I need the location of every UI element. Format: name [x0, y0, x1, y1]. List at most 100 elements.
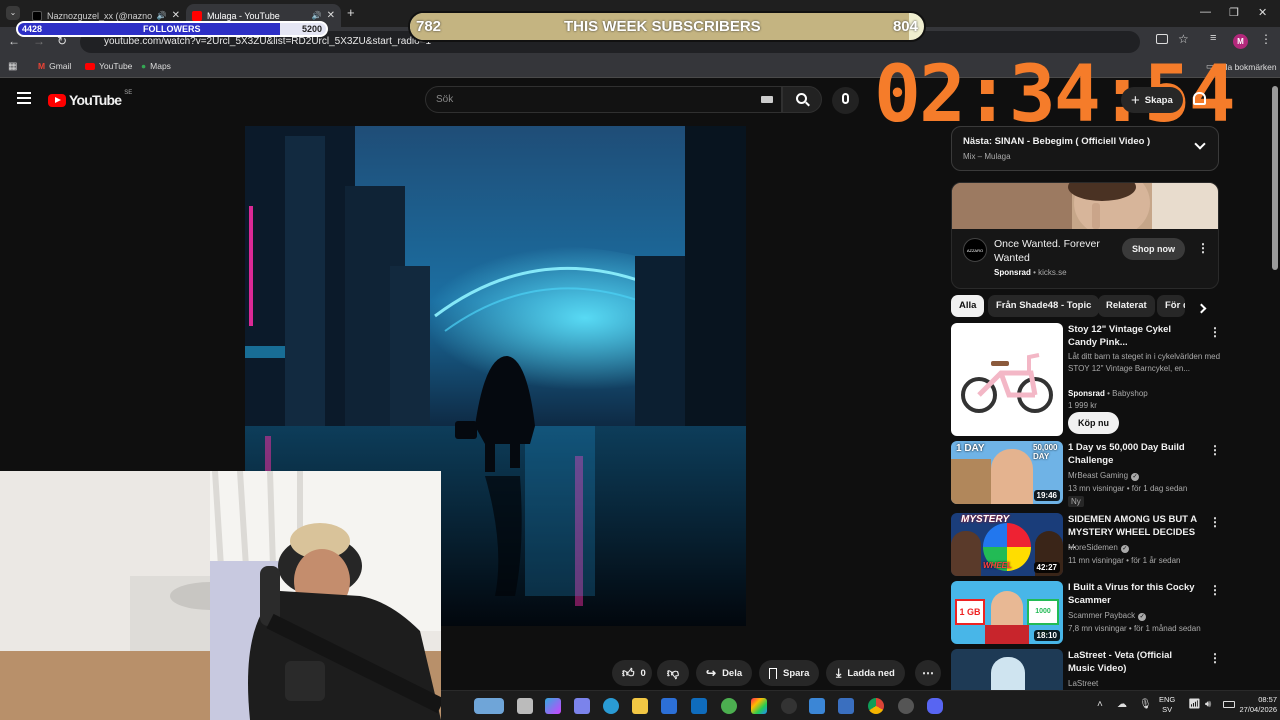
search-input[interactable]: Sök: [425, 86, 782, 113]
store-icon[interactable]: [661, 698, 677, 714]
windows-taskbar: ˄ ☁ 🎙︎ ENG SV 📶︎ 🔊︎ 08:57 27/04/2026: [441, 690, 1280, 720]
shop-now-button[interactable]: Shop now: [1122, 238, 1185, 260]
verified-icon: ✓: [1120, 545, 1129, 553]
mic-tray-icon[interactable]: 🎙︎: [1139, 699, 1152, 710]
close-window-button[interactable]: ✕: [1258, 6, 1267, 19]
obs-icon[interactable]: [781, 698, 797, 714]
advertiser-logo: AZZARO: [963, 238, 987, 262]
rec-title: LaStreet - Veta (Official Music Video): [1068, 650, 1173, 674]
list-item[interactable]: LaStreet - Veta (Official Music Video) L…: [951, 649, 1226, 690]
rec-sponsor: Sponsrad: [1068, 389, 1105, 398]
rec-channel: Babyshop: [1112, 389, 1148, 398]
clock[interactable]: 08:57 27/04/2026: [1237, 695, 1277, 715]
video-duration: 19:46: [1033, 490, 1060, 501]
keyboard-icon[interactable]: [761, 96, 773, 103]
gmail-icon: M: [38, 61, 46, 71]
chip-related[interactable]: Relaterat: [1098, 295, 1155, 317]
edge-icon[interactable]: [603, 698, 619, 714]
rec-channel: MoreSidemen: [1068, 543, 1118, 552]
photos-icon[interactable]: [809, 698, 825, 714]
bookmark-gmail[interactable]: M Gmail: [38, 61, 71, 71]
chip-for-you[interactable]: För dig: [1157, 295, 1185, 317]
rec-more-icon[interactable]: ⋮: [1209, 325, 1221, 339]
list-item[interactable]: MYSTERY WHEEL 42:27 SIDEMEN AMONG US BUT…: [951, 513, 1226, 576]
thumb-text-top: MYSTERY: [961, 514, 1010, 525]
discord-icon[interactable]: [927, 698, 943, 714]
more-actions-button[interactable]: ⋯: [915, 660, 941, 686]
followers-label: FOLLOWERS: [143, 24, 201, 34]
dislike-button[interactable]: 👎︎: [657, 660, 689, 686]
rec-more-icon[interactable]: ⋮: [1209, 583, 1221, 597]
region-code: SE: [124, 90, 133, 96]
share-button[interactable]: ↪ Dela: [696, 660, 753, 686]
chevron-down-icon[interactable]: [1194, 138, 1206, 150]
buy-now-label: Köp nu: [1078, 418, 1109, 428]
bookmark-maps[interactable]: ● Maps: [141, 61, 171, 71]
chrome-icon[interactable]: [868, 698, 884, 714]
terminal-icon[interactable]: [838, 698, 854, 714]
up-next-card[interactable]: Nästa: SINAN - Bebegim ( Officiell Video…: [951, 126, 1219, 171]
vpn-icon[interactable]: [721, 698, 737, 714]
notifications-bell-icon[interactable]: [1193, 92, 1206, 105]
widgets-icon[interactable]: [474, 698, 504, 714]
list-item[interactable]: 1 GB 1000 GB 18:10 I Built a Virus for t…: [951, 581, 1226, 644]
tab-close-button[interactable]: ✕: [327, 10, 335, 21]
followers-goal-bar: 4428 FOLLOWERS 5200: [16, 21, 328, 37]
teams-icon[interactable]: [574, 698, 590, 714]
like-button[interactable]: 👍︎ 0: [612, 660, 652, 686]
cast-icon[interactable]: [1156, 34, 1168, 44]
create-button[interactable]: + Skapa: [1121, 87, 1183, 113]
outlook-icon[interactable]: [691, 698, 707, 714]
buy-now-button[interactable]: Köp nu: [1068, 412, 1119, 434]
cloud-icon[interactable]: ☁: [1117, 699, 1127, 710]
page-scrollbar[interactable]: [1272, 86, 1278, 270]
menu-icon[interactable]: ⋮: [1260, 32, 1272, 46]
task-view-icon[interactable]: [517, 698, 533, 714]
bookmark-youtube[interactable]: YouTube: [85, 61, 132, 71]
file-explorer-icon[interactable]: [632, 698, 648, 714]
sponsored-ad-card[interactable]: AZZARO Once Wanted. Forever Wanted Spons…: [951, 182, 1219, 289]
thumb-badge-right: 1000 GB: [1027, 599, 1059, 637]
thumb-face: [991, 449, 1033, 504]
new-tab-button[interactable]: +: [347, 5, 355, 20]
ad-more-icon[interactable]: ⋮: [1197, 241, 1209, 255]
volume-icon[interactable]: 🔊︎: [1205, 699, 1211, 710]
like-count: 0: [640, 667, 646, 679]
back-icon[interactable]: ←: [8, 34, 20, 48]
wifi-icon[interactable]: 📶︎: [1188, 699, 1201, 710]
apps-grid-icon[interactable]: ▦: [8, 61, 17, 72]
language-indicator[interactable]: ENG SV: [1159, 695, 1175, 715]
save-button[interactable]: Spara: [759, 660, 820, 686]
profile-avatar[interactable]: M: [1233, 34, 1248, 49]
thumb-left-panel: [951, 459, 991, 504]
copilot-icon[interactable]: [545, 698, 561, 714]
m365-icon[interactable]: [751, 698, 767, 714]
thumb-text-bottom: WHEEL: [983, 561, 1012, 570]
clock-time: 08:57: [1258, 695, 1277, 704]
chip-all[interactable]: Alla: [951, 295, 985, 317]
thumb-person-left: [951, 531, 981, 576]
chip-from-shade48[interactable]: Från Shade48 - Topic: [988, 295, 1100, 317]
list-item[interactable]: Stoy 12" Vintage Cykel Candy Pink... Låt…: [951, 323, 1226, 436]
media-icon[interactable]: ≡: [1210, 32, 1216, 44]
chips-next-chevron-icon[interactable]: [1196, 303, 1207, 314]
new-badge: Ny: [1068, 496, 1084, 507]
battery-icon[interactable]: [1223, 701, 1235, 708]
hamburger-menu-icon[interactable]: [17, 92, 31, 104]
voice-search-button[interactable]: [832, 87, 859, 114]
tray-chevron-icon[interactable]: ˄: [1097, 699, 1103, 710]
rec-more-icon[interactable]: ⋮: [1209, 443, 1221, 457]
tab-search-button[interactable]: ⌄: [6, 6, 20, 20]
youtube-logo[interactable]: YouTube SE: [48, 90, 133, 108]
download-button[interactable]: ⤓ Ladda ned: [826, 660, 905, 686]
maximize-button[interactable]: ❐: [1229, 6, 1239, 19]
subscribers-goal-bar: 782 THIS WEEK SUBSCRIBERS 804: [408, 11, 926, 42]
davinci-icon[interactable]: [898, 698, 914, 714]
rec-more-icon[interactable]: ⋮: [1209, 651, 1221, 665]
rec-more-icon[interactable]: ⋮: [1209, 515, 1221, 529]
tab-close-button[interactable]: ✕: [172, 10, 180, 21]
search-button[interactable]: [782, 86, 822, 113]
minimize-button[interactable]: —: [1200, 6, 1211, 18]
bookmark-star-icon[interactable]: ☆: [1178, 32, 1189, 46]
list-item[interactable]: 1 DAY 50,000 DAY 19:46 1 Day vs 50,000 D…: [951, 441, 1226, 507]
